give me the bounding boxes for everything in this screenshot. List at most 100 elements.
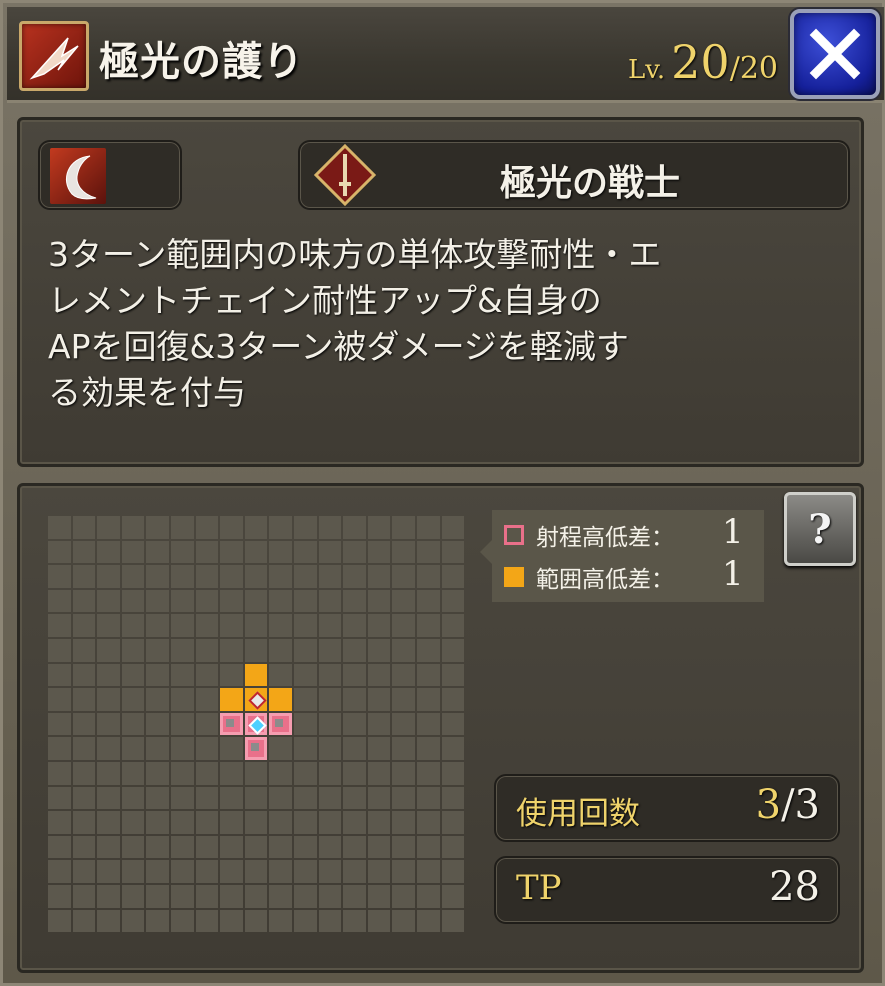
- grid-cell: [72, 516, 96, 539]
- legend-value: 1: [722, 554, 744, 594]
- grid-cell: [367, 761, 391, 785]
- grid-cell: [416, 737, 440, 760]
- grid-cell: [121, 811, 145, 834]
- grid-cell: [318, 835, 342, 859]
- level-current: 20: [671, 35, 730, 89]
- grid-cell: [441, 638, 465, 662]
- grid-cell: [146, 663, 169, 687]
- help-button[interactable]: ?: [784, 492, 856, 566]
- grid-cell: [416, 884, 440, 908]
- grid-cell: [170, 811, 194, 834]
- grid-cell: [441, 811, 465, 834]
- grid-cell: [269, 835, 292, 859]
- grid-cell: [367, 860, 391, 883]
- legend-area-height: 範囲高低差：: [504, 560, 674, 594]
- grid-cell: [121, 614, 145, 637]
- grid-cell: [367, 565, 391, 588]
- grid-cell: [97, 565, 120, 588]
- legend-label: 範囲高低差：: [536, 567, 674, 593]
- grid-cell: [146, 614, 169, 637]
- grid-cell: [392, 786, 415, 810]
- grid-cell: [416, 614, 440, 637]
- grid-cell: [220, 589, 243, 613]
- grid-cell: [244, 811, 268, 834]
- grid-cell: [416, 688, 440, 711]
- grid-cell: [146, 737, 169, 760]
- grid-cell: [97, 786, 120, 810]
- grid-cell-range: [269, 712, 292, 736]
- grid-cell: [269, 909, 292, 933]
- grid-cell: [293, 909, 317, 933]
- grid-cell: [146, 860, 169, 883]
- grid-cell: [195, 786, 219, 810]
- grid-cell: [343, 663, 366, 687]
- grid-cell: [392, 860, 415, 883]
- grid-cell: [343, 516, 366, 539]
- grid-cell: [318, 516, 342, 539]
- grid-cell: [72, 835, 96, 859]
- grid-cell: [441, 712, 465, 736]
- grid-cell: [392, 565, 415, 588]
- class-name: 極光の戦士: [500, 163, 681, 204]
- grid-cell: [220, 516, 243, 539]
- grid-cell-area: [269, 688, 292, 711]
- grid-cell: [97, 737, 120, 760]
- grid-cell: [220, 860, 243, 883]
- grid-cell: [121, 565, 145, 588]
- grid-cell: [48, 860, 71, 883]
- grid-cell: [72, 909, 96, 933]
- grid-cell: [343, 638, 366, 662]
- grid-cell: [318, 786, 342, 810]
- grid-cell: [195, 712, 219, 736]
- grid-cell: [121, 712, 145, 736]
- grid-cell-range: [220, 712, 243, 736]
- grid-cell: [441, 565, 465, 588]
- grid-cell: [72, 884, 96, 908]
- grid-cell: [97, 614, 120, 637]
- grid-cell: [48, 589, 71, 613]
- grid-cell: [72, 540, 96, 564]
- skill-detail-window: 極光の護り Lv. 20 / 20 極光の戦士 3ターン範囲内の味方の単体攻撃耐…: [0, 0, 885, 986]
- grid-cell: [293, 860, 317, 883]
- grid-cell: [170, 614, 194, 637]
- grid-cell: [170, 712, 194, 736]
- grid-cell: [392, 540, 415, 564]
- grid-cell-area: [244, 663, 268, 687]
- grid-cell: [244, 835, 268, 859]
- grid-cell: [367, 589, 391, 613]
- grid-cell: [293, 589, 317, 613]
- grid-cell: [146, 565, 169, 588]
- legend-label: 射程高低差：: [536, 525, 674, 551]
- grid-cell: [318, 737, 342, 760]
- element-slot: [38, 140, 182, 210]
- grid-cell: [48, 909, 71, 933]
- grid-cell: [220, 835, 243, 859]
- grid-cell: [318, 663, 342, 687]
- grid-cell: [244, 565, 268, 588]
- skill-title: 極光の護り: [99, 39, 304, 85]
- close-button[interactable]: [790, 9, 880, 99]
- grid-cell: [97, 761, 120, 785]
- legend-range-height: 射程高低差：: [504, 518, 674, 552]
- grid-cell: [392, 688, 415, 711]
- tp-label: TP: [516, 868, 562, 908]
- grid-cell: [367, 737, 391, 760]
- grid-cell: [220, 786, 243, 810]
- grid-cell: [72, 589, 96, 613]
- grid-cell: [392, 909, 415, 933]
- grid-cell: [195, 860, 219, 883]
- grid-cell: [293, 638, 317, 662]
- grid-cell: [48, 786, 71, 810]
- grid-cell: [72, 761, 96, 785]
- grid-cell: [121, 786, 145, 810]
- uses-label: 使用回数: [516, 796, 640, 832]
- grid-cell: [72, 811, 96, 834]
- grid-cell: [293, 516, 317, 539]
- grid-cell: [318, 589, 342, 613]
- grid-cell: [48, 516, 71, 539]
- grid-cell: [244, 786, 268, 810]
- close-x-icon: [809, 28, 861, 80]
- grid-cell: [269, 761, 292, 785]
- range-swatch: [504, 525, 524, 545]
- question-book-icon: ?: [808, 505, 832, 553]
